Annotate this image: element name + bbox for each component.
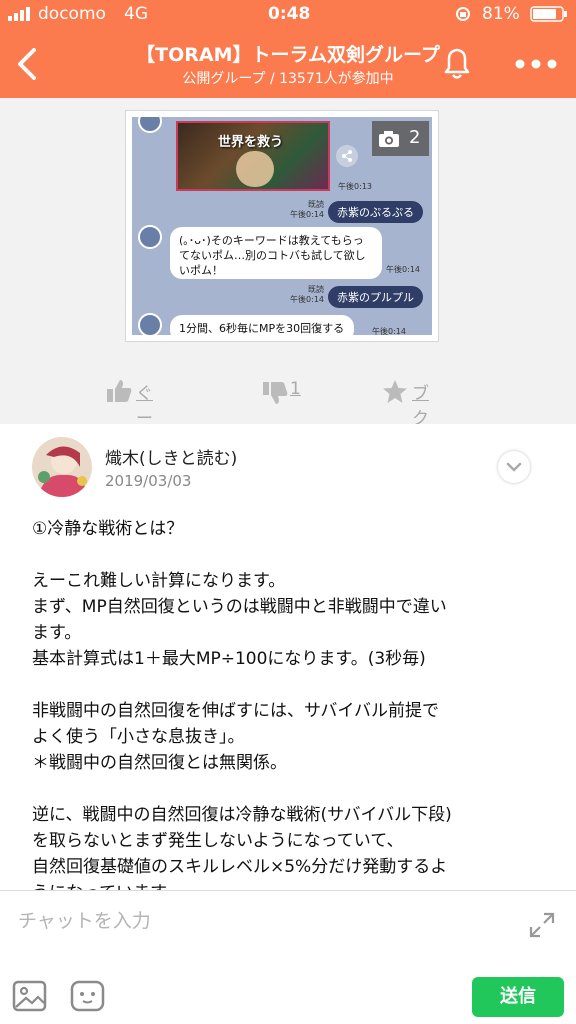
comment-line: 基本計算式は1＋最大MP÷100になります。(3秒毎) [32,649,426,669]
comment-line: えーこれ難しい計算になります。 [32,571,286,591]
battery-label: 81% [482,4,520,24]
message-bubble-left: 1分間、6秒毎にMPを30回復する [170,315,354,335]
comment-line: ＊戦闘中の自然回復とは無関係。 [32,753,287,773]
emoji-icon [70,980,105,1012]
comment-line [32,776,552,802]
more-dots-icon [515,59,557,69]
image-icon [12,980,47,1012]
clock: 0:48 [268,4,311,24]
camera-icon [379,131,399,147]
user-avatar-image [32,437,92,497]
banner-text: 世界を救う [218,135,284,150]
message-bubble-left: (｡･ᴗ･)そのキーワードは教えてもらってないポム…別のコトバも試して欲しいポム… [170,227,382,279]
chevron-left-icon [18,48,36,80]
bot-avatar [138,313,162,335]
app-header: docomo 4G 0:48 81% 【TORAM】トーラム双剣グループ 公開グ… [0,0,576,98]
thumbs-up-icon [107,380,132,402]
avatar[interactable] [32,437,92,497]
message-time: 午後0:14 [372,327,406,335]
carrier-label: docomo [38,4,106,24]
comment-author[interactable]: 熾木(しきと読む) [105,444,237,469]
message-bubble-right: 赤紫のぷるぷる [328,201,423,223]
star-icon [383,380,407,403]
bell-icon [444,48,470,79]
message-time: 午後0:14 [386,265,420,274]
comment-body: ①冷静な戦術とは？ えーこれ難しい計算になります。 まず、MP自然回復というのは… [32,516,552,890]
chat-input-bar: 送信 [0,890,576,1024]
network-label: 4G [124,4,148,24]
comment-menu-button[interactable] [498,451,530,483]
more-options-button[interactable] [514,56,558,70]
rotation-lock-icon [455,4,471,27]
game-banner-image: 世界を救う [176,121,330,191]
message-time: 午後0:13 [338,182,372,191]
sticker-button[interactable] [70,979,106,1013]
comment-line: 非戦闘中の自然回復を伸ばすには、サバイバル前提で [32,701,439,721]
thumbs-down-icon [263,382,288,404]
expand-button[interactable] [528,911,556,939]
comment-line: ①冷静な戦術とは？ [32,519,184,539]
photo-count-badge[interactable]: 2 [372,121,429,156]
share-icon [336,145,358,167]
bot-avatar [138,225,162,249]
message-read-time: 既読 午後0:14 [290,200,324,219]
image-button[interactable] [12,979,48,1013]
comment-line [32,672,552,698]
battery-icon [530,6,568,27]
expand-icon [529,912,555,938]
comment-date: 2019/03/03 [105,472,192,490]
comment-line [32,542,552,568]
dislike-count: 1 [290,379,301,399]
message-bubble-right: 赤紫のプルプル [328,286,423,308]
comment-line: を取らないとまず発生しないようになっていて、 [32,831,404,851]
signal-icon [8,6,40,26]
message-read-time: 既読 午後0:14 [290,285,324,304]
chevron-down-icon [506,462,522,472]
comment-line: 自然回復基礎値のスキルレベル×5%分だけ発動するよ [32,857,448,877]
back-button[interactable] [14,46,40,82]
comment-line: 逆に、戦闘中の自然回復は冷静な戦術(サバイバル下段) [32,805,452,825]
comment-line: ます。 [32,623,82,643]
chat-input[interactable] [18,901,508,941]
send-button[interactable]: 送信 [472,977,564,1017]
comment-line: うになっています。 [32,880,552,890]
like-label: ぐー [136,384,153,429]
comment-line: よく使う「小さな息抜き」。 [32,727,245,747]
bot-avatar [138,117,162,133]
notification-button[interactable] [440,45,474,81]
photo-count: 2 [409,127,421,148]
comment-line: まず、MP自然回復というのは戦闘中と非戦闘中で違い [32,597,447,617]
post-content[interactable]: 世界を救う 午後0:13 既読 午後0:14 赤紫のぷるぷる (｡･ᴗ･)そのキー… [0,98,576,890]
